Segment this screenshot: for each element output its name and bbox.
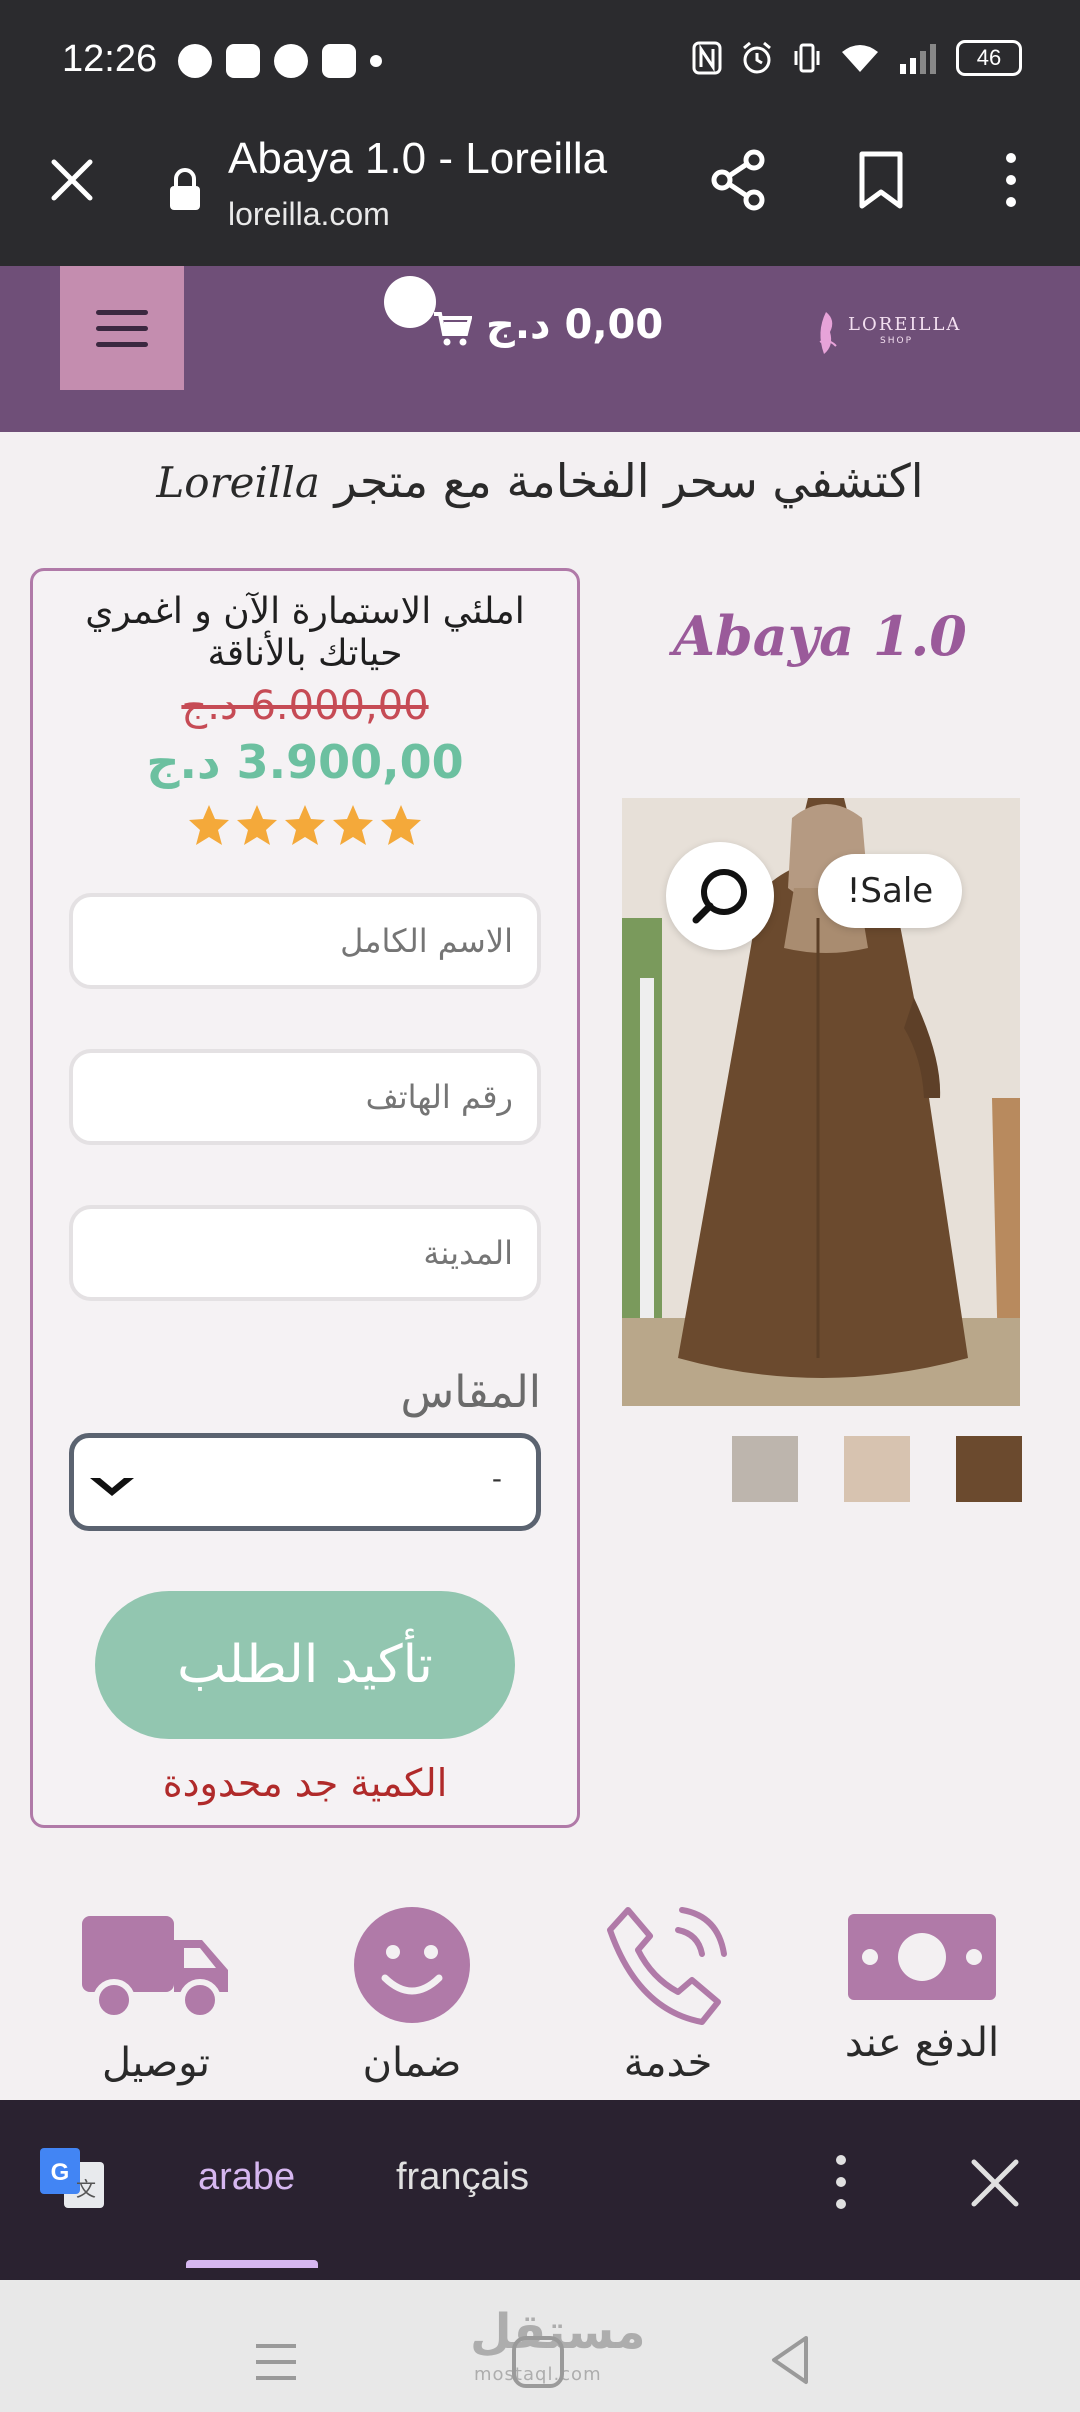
- order-form: املئي الاستمارة الآن و اغمري حياتك بالأن…: [30, 568, 580, 1828]
- cart-icon[interactable]: [432, 308, 472, 348]
- cart-count-bubble: [384, 276, 436, 328]
- zoom-button[interactable]: [666, 842, 774, 950]
- size-selected-value: -: [491, 1462, 502, 1495]
- nav-divider: [0, 2268, 1080, 2280]
- star-icon: [285, 805, 325, 845]
- close-icon[interactable]: [968, 2156, 1022, 2210]
- logo-subtext: SHOP: [880, 336, 913, 346]
- hamburger-menu-button[interactable]: [60, 266, 184, 390]
- lock-icon: [170, 168, 200, 210]
- recent-apps-icon[interactable]: [254, 2342, 298, 2382]
- rating-stars: [33, 803, 577, 847]
- watermark-text: مستقل: [470, 2304, 646, 2360]
- new-price: 3.900,00 د.ج: [146, 735, 464, 789]
- more-options-icon[interactable]: [826, 2150, 856, 2214]
- menu-line-icon: [96, 309, 148, 315]
- feature-label: توصيل: [101, 2040, 211, 2086]
- lang-francais-tab[interactable]: français: [396, 2156, 529, 2199]
- svg-text:G: G: [51, 2159, 70, 2186]
- nfc-icon: [692, 41, 722, 75]
- star-icon: [381, 805, 421, 845]
- feature-label: ضمان: [362, 2040, 462, 2086]
- more-notifications-icon: [370, 55, 382, 67]
- sale-badge: !Sale: [818, 854, 962, 928]
- product-title: Abaya 1.0: [673, 604, 967, 668]
- status-bar: 12:26 46: [0, 0, 1080, 124]
- feature-cash-on-delivery: الدفع عند: [802, 1900, 1042, 2066]
- truck-icon: [82, 1916, 228, 2021]
- active-tab-indicator: [186, 2260, 318, 2268]
- feature-service: خدمة: [548, 1900, 788, 2086]
- thumbnail-3[interactable]: [956, 1436, 1022, 1502]
- money-icon: [848, 1914, 996, 2000]
- more-options-icon[interactable]: [996, 150, 1026, 210]
- lang-arabe-tab[interactable]: arabe: [198, 2156, 295, 2199]
- site-header: 0,00 د.ج LOREILLA SHOP: [0, 266, 1080, 432]
- search-icon: [692, 869, 747, 924]
- system-nav-bar: مستقل mostaql.com: [0, 2268, 1080, 2412]
- bookmark-icon[interactable]: [856, 150, 906, 210]
- full-name-input[interactable]: [69, 893, 541, 989]
- page-title: Abaya 1.0 - Loreilla: [228, 134, 608, 183]
- smile-icon: [354, 1907, 470, 2023]
- status-time: 12:26: [62, 38, 158, 80]
- city-input[interactable]: [69, 1205, 541, 1301]
- star-icon: [333, 805, 373, 845]
- cart-total[interactable]: 0,00 د.ج: [486, 302, 663, 348]
- feature-label: خدمة: [623, 2040, 713, 2086]
- translate-bar: G文 arabe français: [0, 2100, 1080, 2268]
- feature-delivery: توصيل: [36, 1900, 276, 2086]
- wifi-icon: [842, 45, 878, 72]
- notification-icons: [178, 44, 382, 78]
- chevron-down-icon: [90, 1478, 134, 1496]
- system-icons: 46: [692, 40, 1022, 76]
- tagline-brand: Loreilla: [156, 458, 320, 507]
- browser-toolbar: Abaya 1.0 - Loreilla loreilla.com: [0, 124, 1080, 266]
- chat-icon: [178, 44, 212, 78]
- watermark-subtext: mostaql.com: [474, 2364, 602, 2385]
- app-icon: [322, 44, 356, 78]
- battery-indicator: 46: [956, 40, 1022, 76]
- star-icon: [237, 805, 277, 845]
- back-icon[interactable]: [768, 2332, 812, 2388]
- phone-input[interactable]: [69, 1049, 541, 1145]
- thumbnail-2[interactable]: [844, 1436, 910, 1502]
- close-tab-icon[interactable]: [48, 156, 96, 204]
- limited-quantity-text: الكمية جد محدودة: [162, 1761, 448, 1805]
- feature-label: الدفع عند: [844, 2020, 1000, 2066]
- page-url[interactable]: loreilla.com: [228, 196, 390, 233]
- tagline-text: اكتشفي سحر الفخامة مع متجر: [334, 454, 924, 508]
- product-thumbnails: [732, 1436, 1022, 1502]
- share-icon[interactable]: [708, 148, 768, 212]
- tagline: اكتشفي سحر الفخامة مع متجر Loreilla: [0, 454, 1080, 508]
- logo-text: LOREILLA: [848, 314, 962, 335]
- menu-line-icon: [96, 341, 148, 347]
- confirm-order-button[interactable]: تأكيد الطلب: [95, 1591, 515, 1739]
- google-translate-icon: G文: [40, 2148, 104, 2208]
- thumbnail-1[interactable]: [732, 1436, 798, 1502]
- old-price: 6.000,00 د.ج: [181, 683, 429, 729]
- phone-icon: [607, 1907, 727, 2025]
- messenger-icon: [274, 44, 308, 78]
- features-row: الدفع عند خدمة ضمان توصيل: [0, 1900, 1080, 2100]
- size-label: المقاس: [400, 1367, 541, 1418]
- feature-guarantee: ضمان: [292, 1900, 532, 2086]
- game-icon: [226, 44, 260, 78]
- signal-icon: [900, 44, 936, 74]
- star-icon: [189, 805, 229, 845]
- menu-line-icon: [96, 325, 148, 331]
- form-headline: املئي الاستمارة الآن و اغمري حياتك بالأن…: [85, 591, 525, 674]
- vibrate-icon: [794, 43, 820, 73]
- alarm-icon: [743, 41, 771, 74]
- size-select[interactable]: -: [69, 1433, 541, 1531]
- svg-text:文: 文: [76, 2177, 96, 2201]
